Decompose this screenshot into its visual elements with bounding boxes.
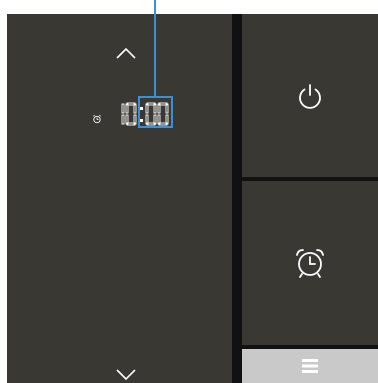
time-setting-panel (7, 14, 232, 383)
power-icon (299, 83, 321, 109)
minutes-selection-highlight (138, 96, 173, 128)
callout-line (154, 0, 156, 96)
menu-button[interactable] (242, 345, 378, 383)
menu-icon (302, 359, 318, 373)
digit-segment-c (121, 114, 125, 125)
digit-segment-b (121, 103, 125, 114)
alarm-clock-icon (93, 114, 101, 124)
chevron-up-icon[interactable] (115, 46, 137, 60)
power-button[interactable] (242, 14, 378, 177)
alarm-clock-icon (296, 249, 324, 278)
chevron-down-icon[interactable] (115, 368, 137, 382)
alarm-button[interactable] (242, 181, 378, 345)
vertical-divider (232, 14, 242, 383)
hour-digit-1 (121, 103, 125, 125)
hour-digit-2 (125, 102, 137, 126)
